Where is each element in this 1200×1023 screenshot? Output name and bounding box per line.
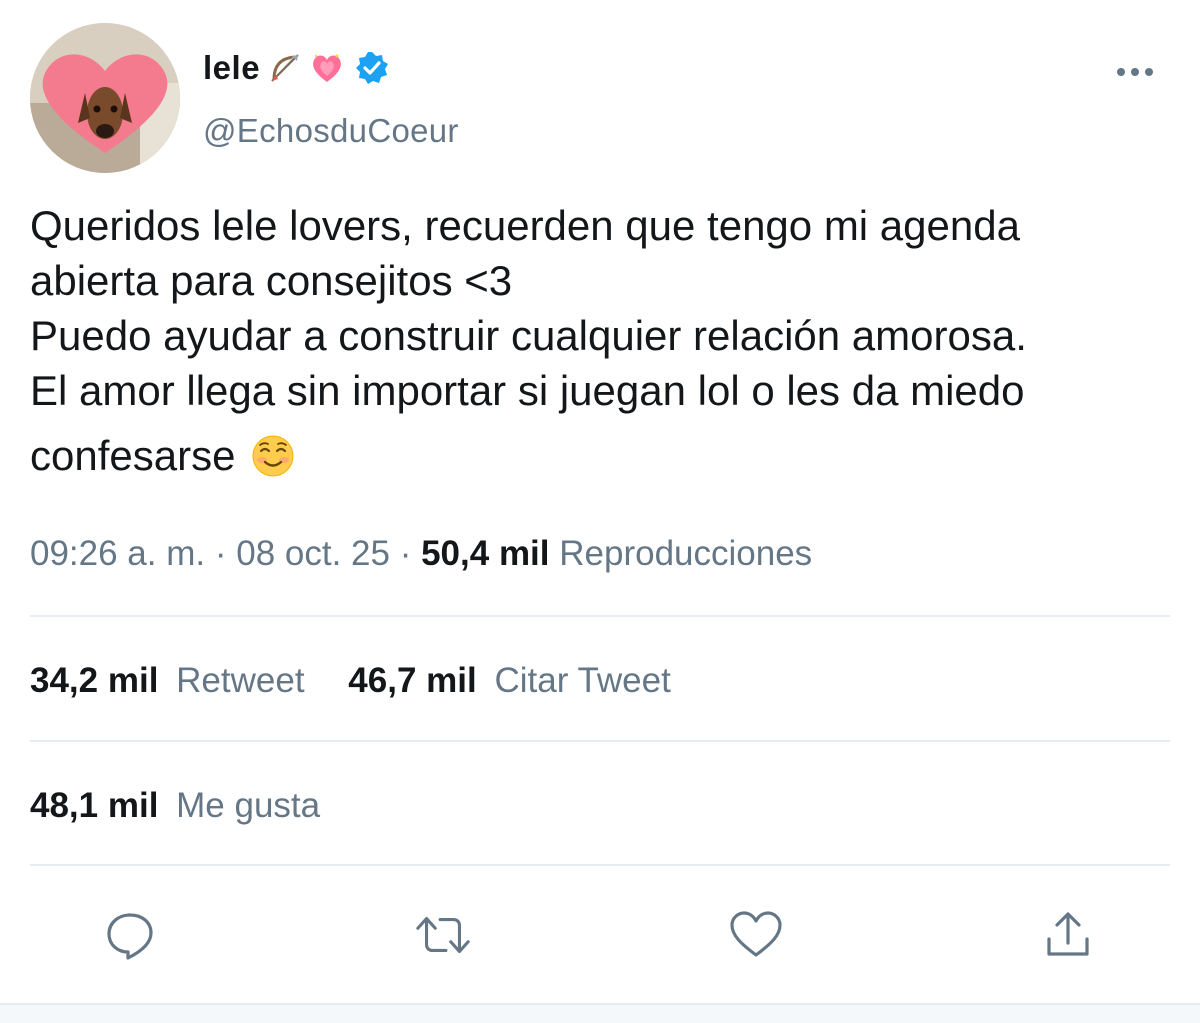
tweet-text-last-word: confesarse bbox=[30, 432, 236, 479]
retweet-icon bbox=[416, 917, 470, 953]
tweet-meta: 09:26 a. m. · 08 oct. 25 · 50,4 mil Repr… bbox=[30, 534, 812, 574]
like-button[interactable] bbox=[726, 905, 786, 965]
sparkling-heart-icon bbox=[310, 51, 344, 85]
tweet-text-last-line: confesarse bbox=[30, 432, 295, 480]
display-name-row[interactable]: lele bbox=[203, 46, 390, 90]
reply-icon bbox=[107, 913, 153, 960]
share-button[interactable] bbox=[1038, 905, 1098, 965]
like-icon bbox=[730, 911, 782, 957]
display-name[interactable]: lele bbox=[203, 49, 260, 87]
quotes-count[interactable]: 46,7 mil bbox=[348, 661, 476, 700]
user-handle[interactable]: @EchosduCoeur bbox=[203, 112, 459, 150]
retweets-label[interactable]: Retweet bbox=[176, 661, 304, 700]
retweet-button[interactable] bbox=[413, 905, 473, 965]
tweet-text: Queridos lele lovers, recuerden que teng… bbox=[30, 202, 1027, 414]
verified-badge-icon bbox=[354, 50, 390, 86]
tweet-card: lele @EchosduCoeur Queridos lele lovers,… bbox=[0, 0, 1200, 1023]
divider bbox=[30, 615, 1170, 617]
more-options-button[interactable] bbox=[1110, 58, 1160, 86]
retweet-stats-row: 34,2 mil Retweet 46,7 mil Citar Tweet bbox=[30, 661, 671, 701]
tweet-date[interactable]: 08 oct. 25 bbox=[236, 534, 390, 573]
more-dots-icon bbox=[1117, 68, 1153, 76]
tweet-time[interactable]: 09:26 a. m. bbox=[30, 534, 205, 573]
likes-count[interactable]: 48,1 mil bbox=[30, 786, 158, 825]
bottom-separator bbox=[0, 1003, 1200, 1023]
likes-stats-row: 48,1 mil Me gusta bbox=[30, 786, 320, 826]
avatar-image bbox=[30, 23, 180, 173]
meta-separator: · bbox=[214, 534, 227, 573]
views-label: Reproducciones bbox=[559, 534, 813, 573]
views-count: 50,4 mil bbox=[421, 534, 550, 573]
share-icon bbox=[1047, 912, 1089, 956]
bow-and-arrow-icon bbox=[268, 51, 302, 85]
quotes-label[interactable]: Citar Tweet bbox=[494, 661, 670, 700]
divider bbox=[30, 864, 1170, 866]
meta-separator: · bbox=[399, 534, 412, 573]
retweets-count[interactable]: 34,2 mil bbox=[30, 661, 158, 700]
smiling-face-icon bbox=[251, 434, 295, 478]
reply-button[interactable] bbox=[100, 905, 160, 965]
avatar[interactable] bbox=[30, 23, 180, 173]
likes-label[interactable]: Me gusta bbox=[176, 786, 320, 825]
divider bbox=[30, 740, 1170, 742]
